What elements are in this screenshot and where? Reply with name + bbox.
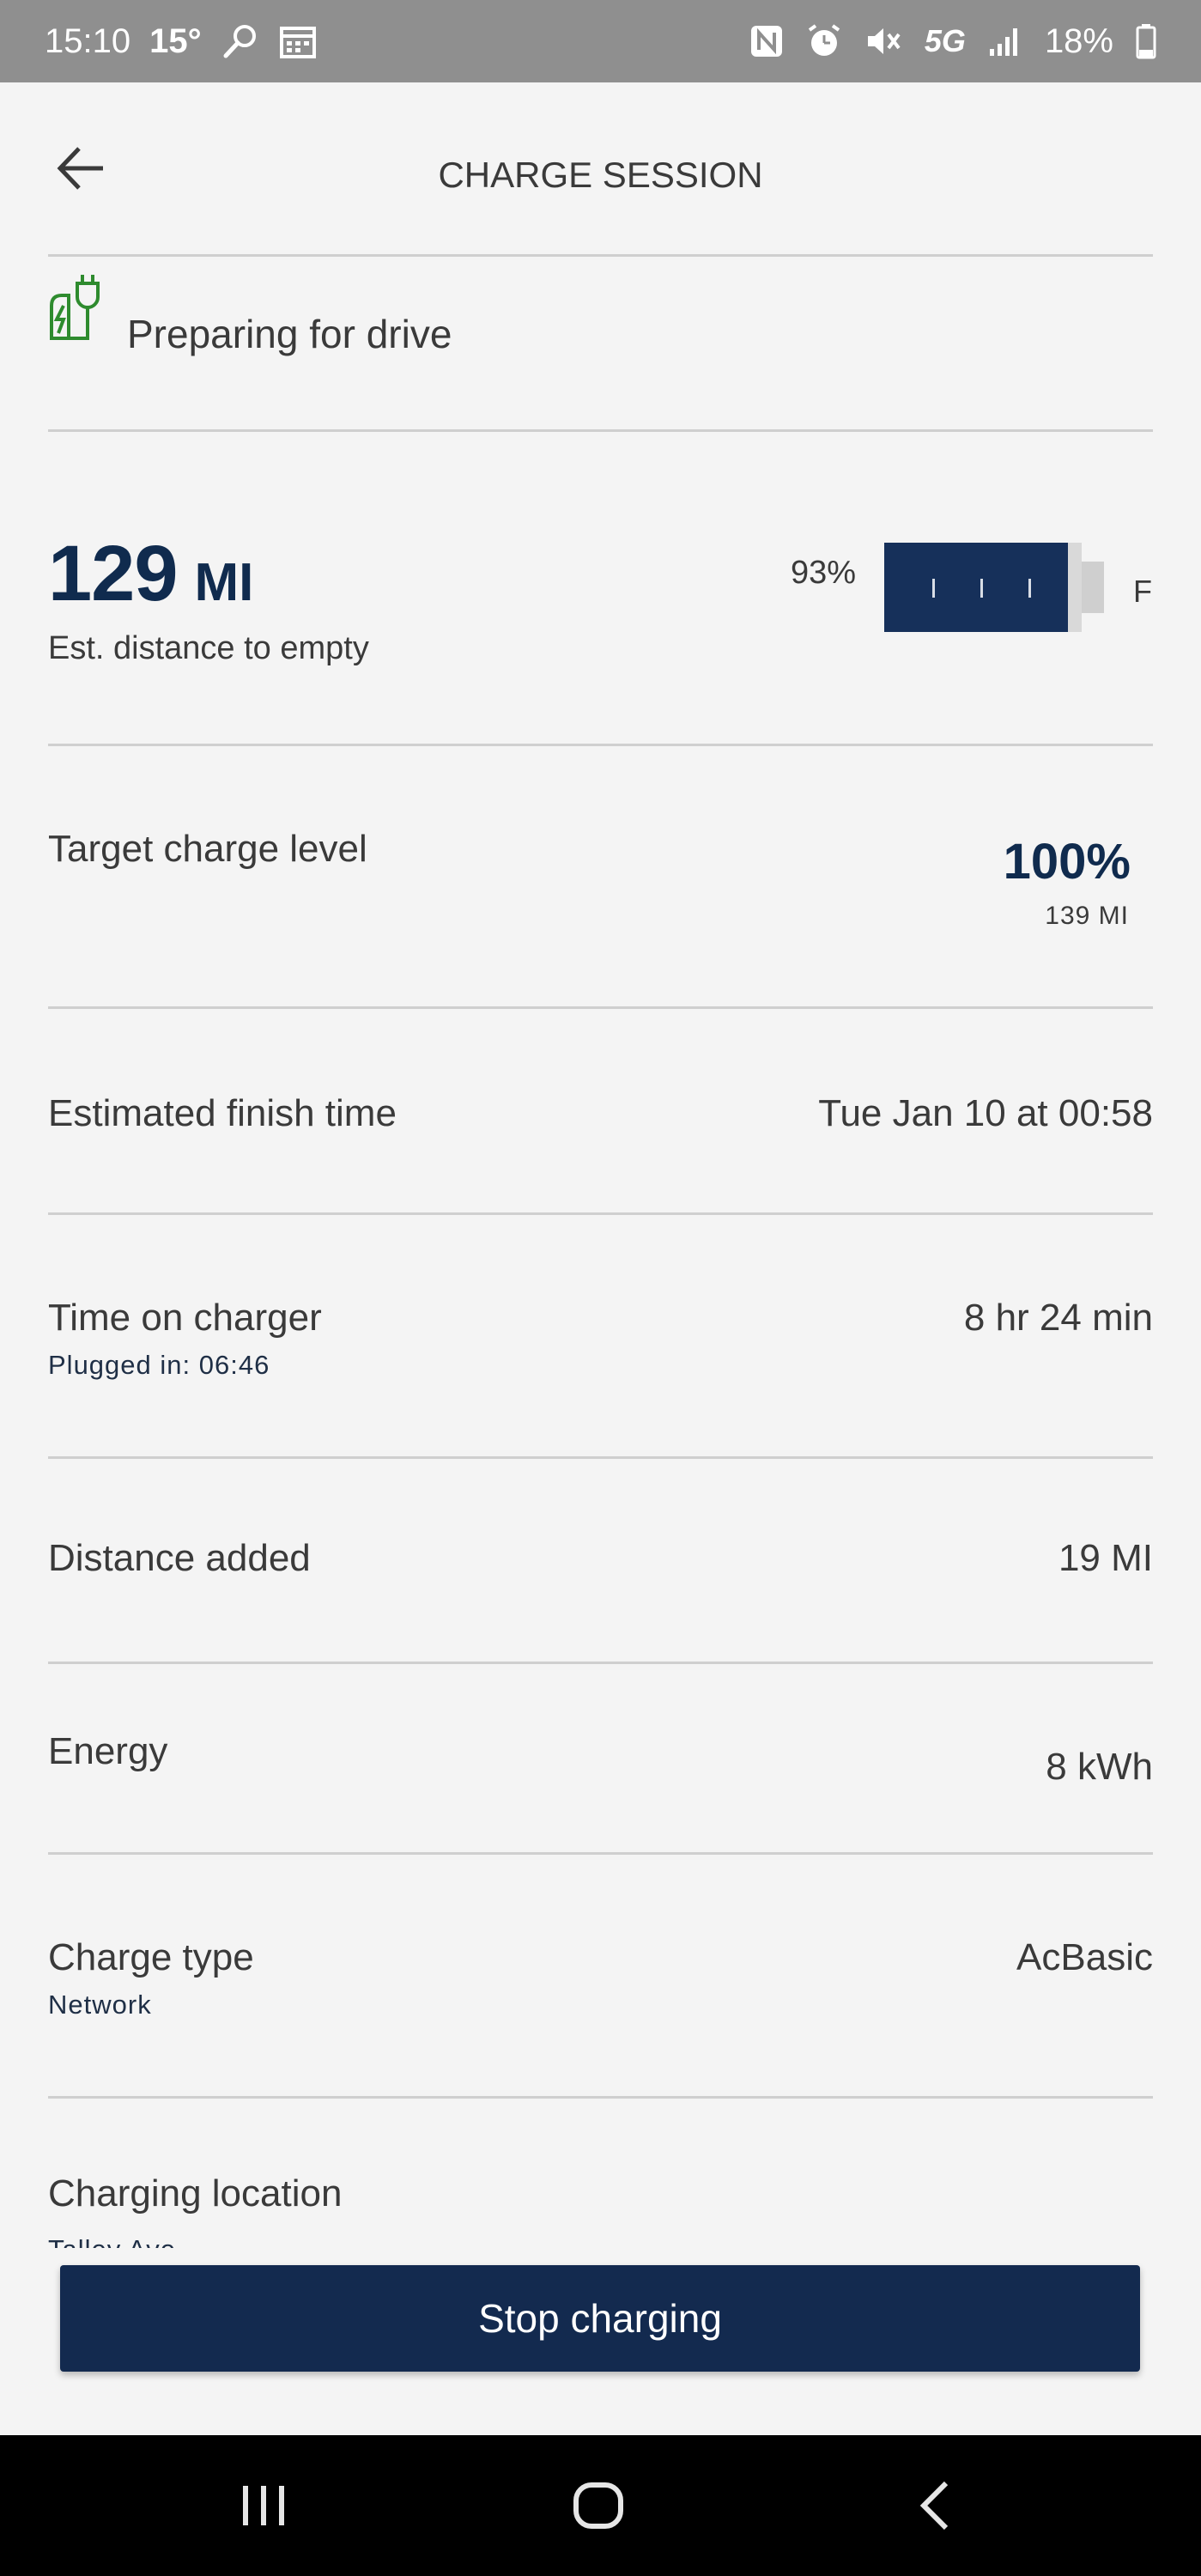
network-type: 5G bbox=[924, 23, 966, 58]
charge-status-text: Preparing for drive bbox=[127, 312, 452, 356]
alarm-icon bbox=[806, 23, 842, 59]
chevron-left-icon bbox=[919, 2481, 949, 2530]
range-unit: MI bbox=[194, 553, 254, 612]
divider bbox=[48, 429, 1153, 432]
battery-gauge-fill bbox=[884, 543, 1068, 632]
battery-tick bbox=[932, 579, 935, 598]
recent-apps-icon bbox=[243, 2486, 284, 2525]
charging-location-name: Talley Ave bbox=[48, 2234, 176, 2248]
finish-time-row: Estimated finish time Tue Jan 10 at 00:5… bbox=[48, 1008, 1153, 1214]
plugged-in-time: Plugged in: 06:46 bbox=[48, 1350, 270, 1380]
target-charge-value: 100% bbox=[1003, 834, 1131, 890]
range-number: 129 bbox=[48, 530, 178, 617]
status-time: 15:10 bbox=[45, 21, 131, 60]
stop-charging-button[interactable]: Stop charging bbox=[60, 2265, 1140, 2372]
finish-time-label: Estimated finish time bbox=[48, 1092, 397, 1134]
range-label: Est. distance to empty bbox=[48, 630, 369, 666]
target-charge-row[interactable]: Target charge level 100% 139 MI bbox=[48, 745, 1153, 1008]
charge-session-screen: 15:10 15° 5G 18% CHARGE SESSION Preparin… bbox=[0, 0, 1201, 2576]
system-nav-bar bbox=[0, 2435, 1201, 2576]
charge-status-row: Preparing for drive bbox=[48, 268, 1153, 414]
divider bbox=[48, 254, 1153, 257]
charge-type-row: Charge type Network AcBasic bbox=[48, 1854, 1153, 2096]
calendar-icon bbox=[279, 23, 317, 59]
charge-type-network: Network bbox=[48, 1990, 152, 2020]
finish-time-value: Tue Jan 10 at 00:58 bbox=[818, 1092, 1153, 1134]
home-button[interactable] bbox=[560, 2475, 637, 2537]
battery-percent: 18% bbox=[1044, 21, 1113, 60]
energy-row: Energy 8 kWh bbox=[48, 1663, 1153, 1852]
nfc-icon bbox=[749, 24, 784, 58]
ev-plug-icon bbox=[50, 275, 100, 340]
recent-apps-button[interactable] bbox=[225, 2475, 302, 2537]
battery-gauge-empty bbox=[1068, 543, 1082, 632]
distance-added-row: Distance added 19 MI bbox=[48, 1458, 1153, 1662]
battery-icon bbox=[1136, 23, 1156, 59]
time-on-charger-row: Time on charger Plugged in: 06:46 8 hr 2… bbox=[48, 1214, 1153, 1456]
mute-icon bbox=[864, 24, 902, 58]
charging-location-row[interactable]: Charging location Talley Ave bbox=[48, 2172, 1153, 2248]
range-value: 129 MI bbox=[48, 529, 253, 619]
back-nav-button[interactable] bbox=[896, 2475, 974, 2537]
search-icon bbox=[221, 21, 260, 61]
status-temperature: 15° bbox=[149, 21, 202, 60]
time-on-charger-label: Time on charger bbox=[48, 1297, 322, 1339]
battery-tick bbox=[1028, 579, 1031, 598]
battery-gauge-cap bbox=[1082, 562, 1104, 613]
target-charge-label: Target charge level bbox=[48, 828, 367, 870]
range-section: 129 MI Est. distance to empty 93% F bbox=[48, 434, 1153, 744]
charging-location-label: Charging location bbox=[48, 2172, 343, 2215]
distance-added-value: 19 MI bbox=[1058, 1537, 1153, 1579]
app-header: CHARGE SESSION bbox=[0, 82, 1201, 254]
energy-value: 8 kWh bbox=[1046, 1746, 1153, 1788]
home-icon bbox=[573, 2482, 623, 2529]
time-on-charger-value: 8 hr 24 min bbox=[963, 1297, 1153, 1339]
target-charge-range: 139 MI bbox=[1045, 902, 1129, 930]
distance-added-label: Distance added bbox=[48, 1537, 311, 1579]
page-title: CHARGE SESSION bbox=[438, 155, 763, 195]
battery-level-text: 93% bbox=[790, 555, 856, 591]
energy-label: Energy bbox=[48, 1730, 168, 1772]
charge-type-value: AcBasic bbox=[1016, 1936, 1153, 1978]
battery-full-marker: F bbox=[1133, 574, 1152, 609]
signal-icon bbox=[988, 25, 1022, 58]
divider bbox=[48, 2096, 1153, 2099]
battery-tick bbox=[980, 579, 983, 598]
status-bar: 15:10 15° 5G 18% bbox=[0, 0, 1201, 82]
charge-type-label: Charge type bbox=[48, 1936, 254, 1978]
